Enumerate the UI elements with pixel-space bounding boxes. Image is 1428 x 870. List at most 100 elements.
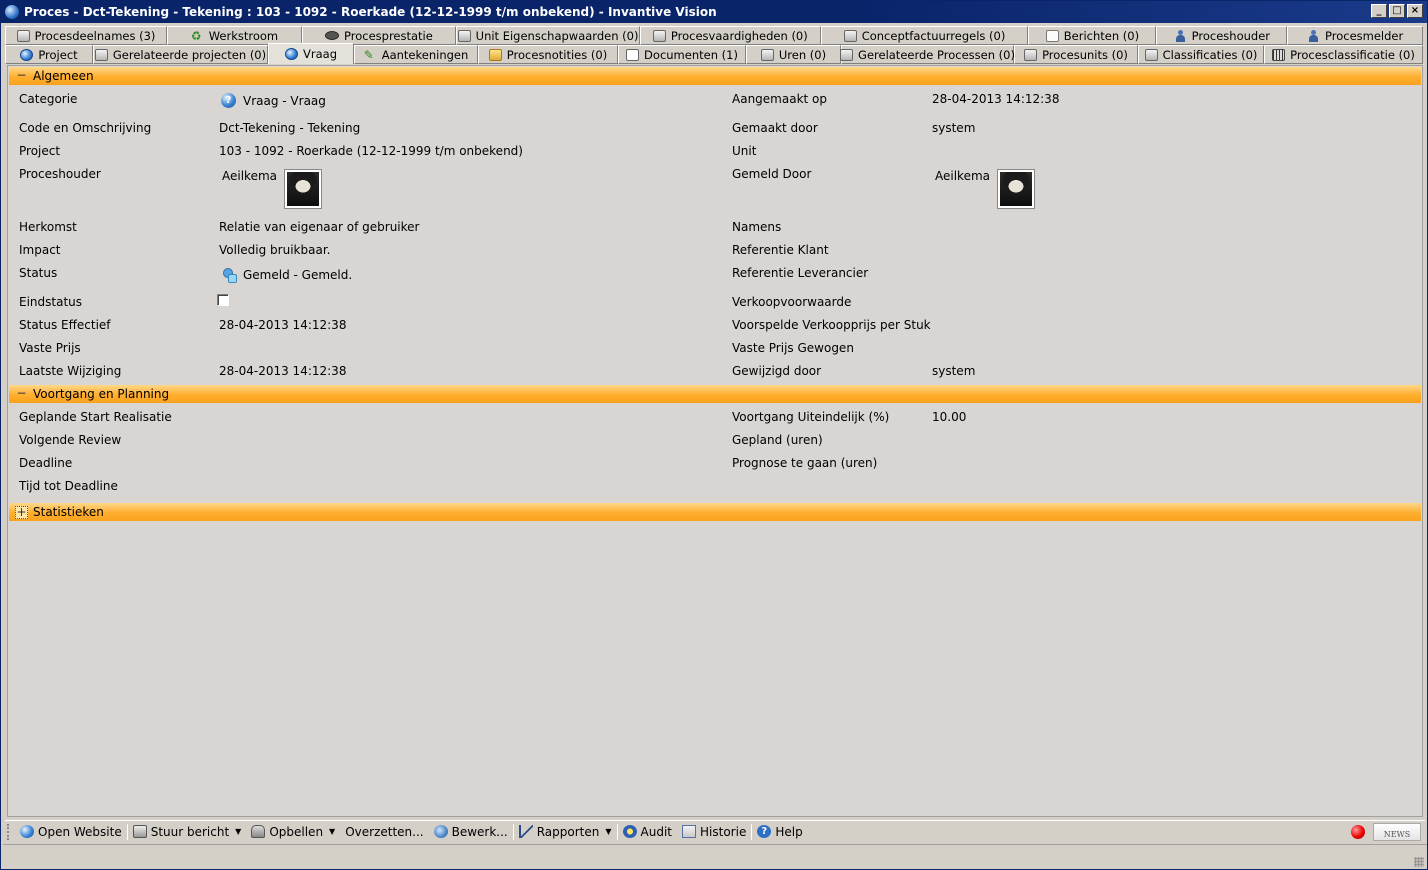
- dropdown-arrow-icon[interactable]: ▼: [235, 827, 241, 836]
- tab-conceptfactuurregels[interactable]: Conceptfactuurregels (0): [820, 26, 1029, 45]
- application-window: Proces - Dct-Tekening - Tekening : 103 -…: [0, 0, 1428, 870]
- window-controls: _ □ ×: [1371, 4, 1423, 18]
- printer-icon: [132, 825, 147, 838]
- minimize-button[interactable]: _: [1371, 4, 1387, 18]
- section-header-algemeen[interactable]: − Algemeen: [9, 67, 1421, 85]
- label-categorie: Categorie: [19, 92, 78, 106]
- label-proceshouder: Proceshouder: [19, 167, 101, 181]
- value-gewijzigd-door: system: [932, 364, 976, 378]
- value-code: Dct-Tekening - Tekening: [219, 121, 361, 135]
- label-gewijzigd-door: Gewijzigd door: [732, 364, 822, 378]
- help-button[interactable]: ? Help: [752, 822, 807, 842]
- label-deadline: Deadline: [19, 456, 73, 470]
- avatar: [997, 169, 1035, 209]
- collapse-icon[interactable]: −: [15, 387, 28, 401]
- title-bar[interactable]: Proces - Dct-Tekening - Tekening : 103 -…: [1, 1, 1427, 23]
- label-geplande-start: Geplande Start Realisatie: [19, 410, 172, 424]
- label-namens: Namens: [732, 220, 782, 234]
- tab-procesvaardigheden[interactable]: Procesvaardigheden (0): [640, 26, 821, 45]
- window-icon: [94, 48, 108, 61]
- tab-classificaties[interactable]: Classificaties (0): [1138, 45, 1264, 64]
- tab-proceshouder[interactable]: Proceshouder: [1156, 26, 1288, 45]
- window-icon: [1144, 48, 1158, 61]
- maximize-button[interactable]: □: [1389, 4, 1405, 18]
- label-referentie-klant: Referentie Klant: [732, 243, 829, 257]
- label-volgende-review: Volgende Review: [19, 433, 122, 447]
- value-categorie[interactable]: ? Vraag - Vraag: [221, 93, 326, 108]
- bewerk-button[interactable]: Bewerk...: [429, 822, 513, 842]
- avatar: [284, 169, 322, 209]
- label-verkoopvoorwaarde: Verkoopvoorwaarde: [732, 295, 852, 309]
- value-project[interactable]: 103 - 1092 - Roerkade (12-12-1999 t/m on…: [219, 144, 523, 158]
- tab-row-2: Project Gerelateerde projecten (0) Vraag…: [5, 43, 1423, 64]
- value-proceshouder[interactable]: Aeilkema: [222, 169, 322, 209]
- app-globe-icon[interactable]: [5, 5, 19, 19]
- dropdown-arrow-icon[interactable]: ▼: [605, 827, 611, 836]
- resize-grip[interactable]: [1414, 857, 1424, 867]
- value-impact: Volledig bruikbaar.: [219, 243, 331, 257]
- value-gemeld-door[interactable]: Aeilkema: [935, 169, 1035, 209]
- value-herkomst: Relatie van eigenaar of gebruiker: [219, 220, 420, 234]
- audit-button[interactable]: Audit: [618, 822, 677, 842]
- label-project: Project: [19, 144, 61, 158]
- tab-uren[interactable]: Uren (0): [746, 45, 841, 64]
- audit-icon: [622, 825, 637, 838]
- section-header-voortgang[interactable]: − Voortgang en Planning: [9, 385, 1421, 403]
- collapse-icon[interactable]: −: [15, 69, 28, 83]
- history-icon: [682, 825, 697, 838]
- section-title: Algemeen: [33, 69, 94, 83]
- report-icon: [518, 825, 533, 838]
- tab-procesunits[interactable]: Procesunits (0): [1014, 45, 1138, 64]
- barcode-icon: [1272, 48, 1286, 61]
- open-website-button[interactable]: Open Website: [15, 822, 127, 842]
- label-unit: Unit: [732, 144, 757, 158]
- tab-vraag[interactable]: Vraag: [268, 43, 354, 64]
- tab-procesdeelnames[interactable]: Procesdeelnames (3): [5, 26, 168, 45]
- value-voortgang: 10.00: [932, 410, 967, 424]
- phone-icon: [251, 825, 266, 838]
- tab-procesmelder[interactable]: Procesmelder: [1287, 26, 1423, 45]
- tab-documenten[interactable]: Documenten (1): [618, 45, 746, 64]
- help-icon: ?: [757, 825, 772, 838]
- window-icon: [652, 29, 666, 42]
- value-status[interactable]: Gemeld - Gemeld.: [221, 267, 352, 283]
- eindstatus-checkbox[interactable]: [217, 294, 229, 306]
- section-title: Statistieken: [33, 505, 104, 519]
- label-status: Status: [19, 266, 58, 280]
- value-laatste-wijziging: 28-04-2013 14:12:38: [219, 364, 347, 378]
- record-indicator-icon[interactable]: [1351, 825, 1365, 839]
- news-badge[interactable]: NEWS: [1373, 823, 1421, 841]
- tab-procesclassificatie[interactable]: Procesclassificatie (0): [1264, 45, 1423, 64]
- historie-button[interactable]: Historie: [677, 822, 751, 842]
- overzetten-button[interactable]: Overzetten...: [340, 822, 428, 842]
- pin-icon: ✎: [363, 47, 374, 62]
- tab-gerelateerde-processen[interactable]: Gerelateerde Processen (0): [840, 45, 1015, 64]
- envelope-icon: [1045, 29, 1059, 42]
- folder-icon: [488, 48, 502, 61]
- tab-berichten[interactable]: Berichten (0): [1028, 26, 1157, 45]
- window-icon: [843, 29, 857, 42]
- recycle-icon: ♻: [190, 28, 202, 43]
- person-icon: [1307, 29, 1320, 42]
- stuur-bericht-button[interactable]: Stuur bericht ▼: [128, 822, 247, 842]
- opbellen-button[interactable]: Opbellen ▼: [246, 822, 340, 842]
- window-icon: [840, 48, 854, 61]
- close-button[interactable]: ×: [1407, 4, 1423, 18]
- section-header-statistieken[interactable]: + Statistieken: [9, 503, 1421, 521]
- label-vaste-prijs: Vaste Prijs: [19, 341, 81, 355]
- globe-icon: [20, 825, 34, 838]
- tab-project[interactable]: Project: [5, 45, 93, 64]
- tab-procesnotities[interactable]: Procesnotities (0): [478, 45, 618, 64]
- label-status-effectief: Status Effectief: [19, 318, 111, 332]
- tab-gerelateerde-projecten[interactable]: Gerelateerde projecten (0): [93, 45, 268, 64]
- rapporten-button[interactable]: Rapporten ▼: [514, 822, 617, 842]
- section-title: Voortgang en Planning: [33, 387, 170, 401]
- tab-unit-eigenschapwaarden[interactable]: Unit Eigenschapwaarden (0): [456, 26, 641, 45]
- dropdown-arrow-icon[interactable]: ▼: [329, 827, 335, 836]
- person-icon: [1174, 29, 1187, 42]
- value-gemaakt-door: system: [932, 121, 976, 135]
- toolbar-grip[interactable]: [7, 823, 11, 840]
- expand-icon[interactable]: +: [15, 505, 28, 519]
- tab-aantekeningen[interactable]: ✎ Aantekeningen: [354, 45, 478, 64]
- label-gemaakt-door: Gemaakt door: [732, 121, 818, 135]
